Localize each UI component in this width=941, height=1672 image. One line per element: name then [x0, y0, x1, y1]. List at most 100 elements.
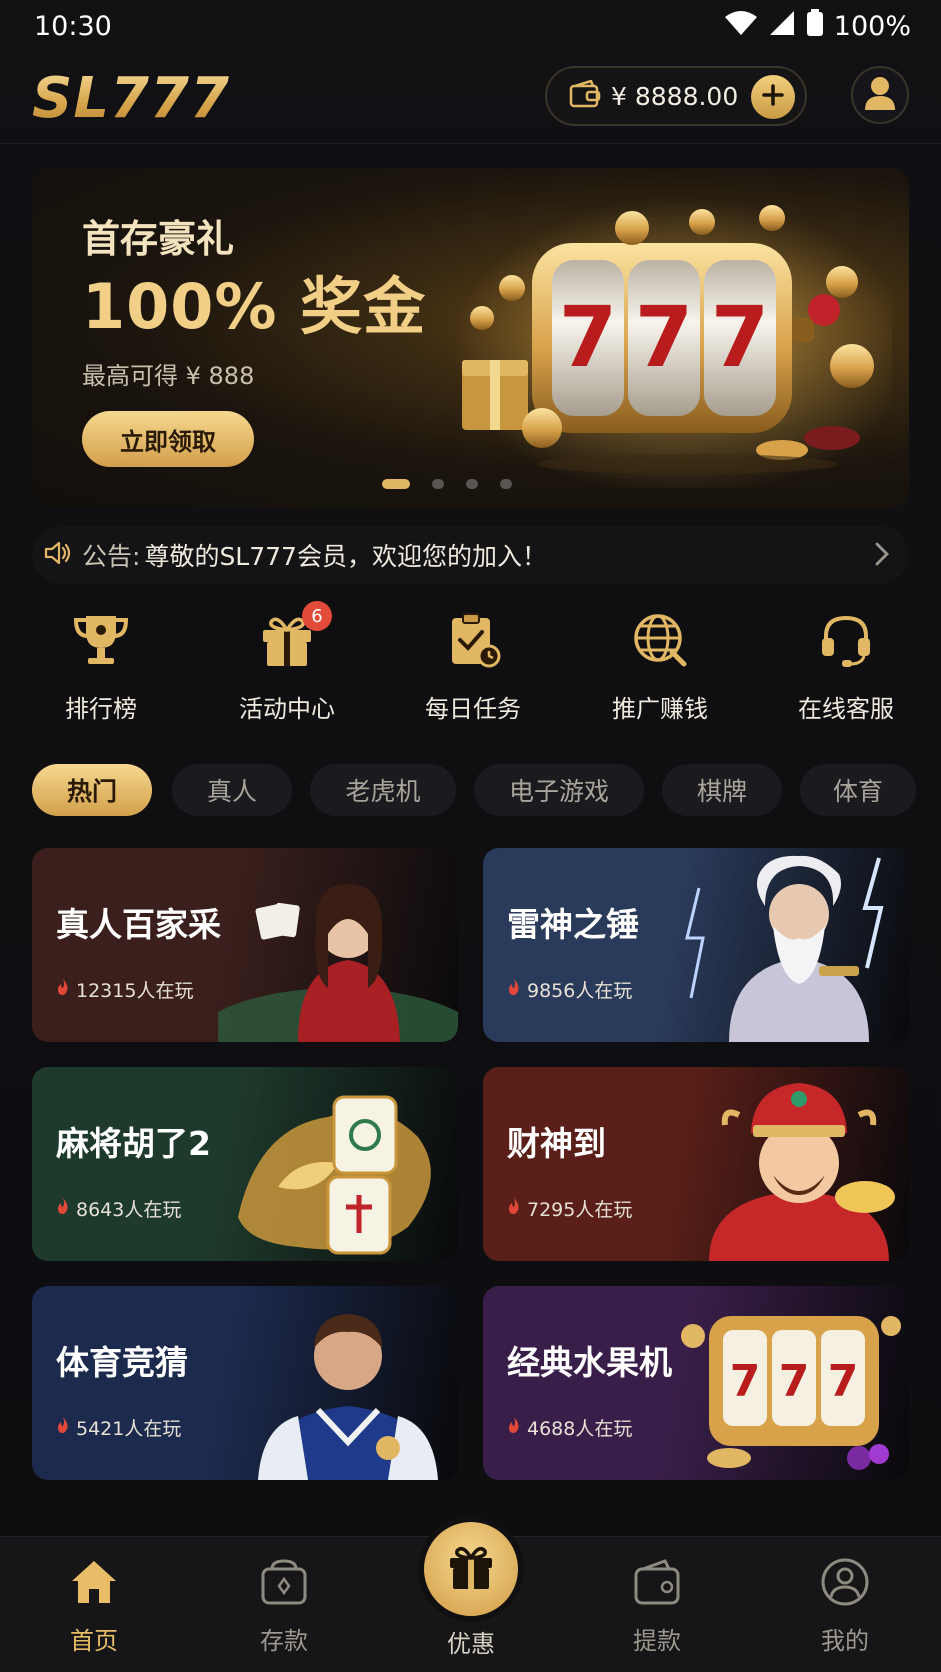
battery-percent: 100% [833, 10, 911, 42]
fruit-slot-illustration: 777 [669, 1286, 909, 1480]
player-count: 12315人在玩 [56, 976, 193, 1003]
svg-text:7: 7 [828, 1356, 859, 1407]
banner-headline: 100% 奖金 [82, 270, 427, 343]
gift-icon [445, 1541, 497, 1597]
nav-label: 存款 [260, 1627, 308, 1655]
nav-label: 首页 [70, 1627, 118, 1655]
clipboard-check-icon [438, 605, 508, 675]
game-title: 雷神之锤 [507, 905, 639, 944]
dragon-mahjong-illustration [218, 1067, 458, 1261]
app-logo[interactable]: SL777 [32, 66, 230, 131]
speaker-icon [42, 538, 72, 572]
wallet-balance[interactable]: ¥ 8888.00 [545, 66, 807, 126]
nav-label: 我的 [821, 1627, 869, 1655]
status-time: 10:30 [34, 10, 112, 42]
status-icons: 100% [724, 8, 911, 44]
trophy-icon [66, 605, 136, 675]
game-card-mahjong-ways-2[interactable]: 麻将胡了2 8643人在玩 [32, 1067, 458, 1261]
game-title: 经典水果机 [507, 1343, 672, 1382]
game-title: 体育竞猜 [56, 1343, 188, 1382]
flame-icon [56, 978, 70, 1001]
flame-icon [507, 1416, 521, 1439]
player-count-text: 12315人在玩 [76, 980, 194, 1002]
home-icon [68, 1557, 120, 1611]
promo-banner[interactable]: 首存豪礼 100% 奖金 最高可得 ¥ 888 立即领取 7 7 7 [32, 168, 909, 508]
deposit-icon [258, 1557, 310, 1611]
zeus-illustration [669, 848, 909, 1042]
pagination-dot[interactable] [382, 479, 410, 489]
quick-item-daily-tasks[interactable]: 每日任务 [403, 605, 543, 724]
add-funds-button[interactable] [751, 75, 795, 119]
slot-machine-illustration: 7 7 7 [452, 188, 909, 498]
banner-subtitle: 首存豪礼 [82, 217, 235, 261]
plus-icon [761, 83, 785, 111]
nav-withdraw[interactable]: 提款 [597, 1557, 717, 1656]
reel-digit-3: 7 [711, 288, 769, 386]
quick-item-leaderboard[interactable]: 排行榜 [31, 605, 171, 724]
quick-item-label: 排行榜 [65, 695, 137, 723]
nav-deposit[interactable]: 存款 [224, 1557, 344, 1656]
quick-item-referral[interactable]: 推广赚钱 [590, 605, 730, 724]
headset-icon [811, 605, 881, 675]
game-card-classic-fruit[interactable]: 777 经典水果机 4688人在玩 [483, 1286, 909, 1480]
nav-home[interactable]: 首页 [34, 1557, 154, 1656]
game-title: 真人百家采 [56, 905, 221, 944]
flame-icon [507, 978, 521, 1001]
game-title: 麻将胡了2 [56, 1124, 211, 1163]
pagination-dot[interactable] [500, 479, 512, 489]
flame-icon [56, 1197, 70, 1220]
category-tabs: 热门 真人 老虎机 电子游戏 棋牌 体育 [32, 764, 941, 816]
withdraw-icon [631, 1557, 683, 1611]
status-bar: 10:30 100% [0, 0, 941, 52]
wallet-amount: ¥ 8888.00 [611, 81, 739, 111]
quick-item-label: 在线客服 [798, 695, 894, 723]
reel-digit-2: 7 [635, 288, 693, 386]
nav-promotions-button[interactable] [418, 1516, 524, 1622]
quick-item-support[interactable]: 在线客服 [776, 605, 916, 724]
wifi-icon [724, 10, 758, 43]
player-count: 4688人在玩 [507, 1414, 632, 1441]
gift-icon: 6 [252, 601, 332, 675]
quick-item-events[interactable]: 6 活动中心 [217, 601, 357, 724]
tab-hot[interactable]: 热门 [32, 764, 152, 816]
quick-menu: 排行榜 6 活动中心 每日任务 推广赚钱 在线客服 [0, 601, 941, 735]
game-card-baccarat[interactable]: 真人百家采 12315人在玩 [32, 848, 458, 1042]
pagination-dot[interactable] [466, 479, 478, 489]
tab-sports[interactable]: 体育 [800, 764, 916, 816]
tab-live[interactable]: 真人 [172, 764, 292, 816]
tab-cards[interactable]: 棋牌 [662, 764, 782, 816]
game-card-sports-betting[interactable]: 体育竞猜 5421人在玩 [32, 1286, 458, 1480]
pagination-dot[interactable] [432, 479, 444, 489]
tab-slots[interactable]: 老虎机 [310, 764, 456, 816]
reel-digit-1: 7 [559, 288, 617, 386]
app-header: SL777 ¥ 8888.00 [0, 52, 941, 144]
game-title: 财神到 [507, 1124, 606, 1163]
quick-item-label: 推广赚钱 [612, 695, 708, 723]
flame-icon [507, 1197, 521, 1220]
quick-item-label: 活动中心 [239, 695, 335, 723]
app-screen: 10:30 100% SL777 ¥ 8888.00 首存豪礼 100% 奖金 … [0, 0, 941, 1672]
dealer-illustration [188, 848, 458, 1042]
announcement-label: 公告: [82, 542, 141, 571]
user-icon [863, 75, 897, 115]
player-count-text: 8643人在玩 [76, 1199, 182, 1221]
player-count-text: 7295人在玩 [527, 1199, 633, 1221]
player-count-text: 4688人在玩 [527, 1418, 633, 1440]
claim-bonus-button[interactable]: 立即领取 [82, 411, 254, 467]
nav-label: 优惠 [447, 1630, 495, 1658]
nav-profile[interactable]: 我的 [785, 1557, 905, 1656]
player-count: 5421人在玩 [56, 1414, 181, 1441]
game-card-thunder-hammer[interactable]: 雷神之锤 9856人在玩 [483, 848, 909, 1042]
player-count: 8643人在玩 [56, 1195, 181, 1222]
player-count-text: 9856人在玩 [527, 980, 633, 1002]
announcement-bar[interactable]: 公告: 尊敬的SL777会员，欢迎您的加入！ [32, 526, 909, 584]
chevron-right-icon[interactable] [869, 540, 895, 572]
banner-pagination[interactable] [382, 479, 512, 489]
game-card-caishen[interactable]: 财神到 7295人在玩 [483, 1067, 909, 1261]
player-count-text: 5421人在玩 [76, 1418, 182, 1440]
user-icon [819, 1557, 871, 1611]
profile-avatar-button[interactable] [851, 66, 909, 124]
tab-egames[interactable]: 电子游戏 [474, 764, 644, 816]
wallet-icon [569, 79, 601, 112]
announcement-text: 尊敬的SL777会员，欢迎您的加入！ [144, 542, 547, 571]
